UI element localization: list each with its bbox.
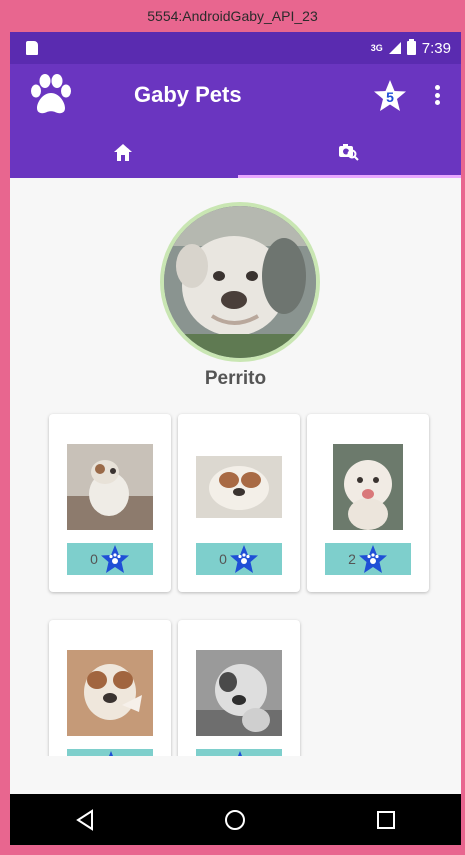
back-icon[interactable] bbox=[74, 808, 96, 831]
sd-card-icon bbox=[26, 41, 38, 55]
pet-photo-card[interactable]: 2 bbox=[307, 414, 429, 592]
like-bar: 0 bbox=[67, 543, 153, 575]
overflow-dot bbox=[434, 92, 440, 98]
like-star-icon[interactable] bbox=[100, 544, 130, 574]
battery-icon bbox=[406, 39, 416, 55]
tab-home[interactable] bbox=[10, 126, 235, 178]
emulator-frame bbox=[461, 32, 465, 855]
recents-icon[interactable] bbox=[375, 809, 397, 831]
device-screen: 3G 7:39 Gaby Pets 5 Perrito 0 0 2 bbox=[10, 32, 461, 845]
home-circle-icon[interactable] bbox=[224, 809, 246, 831]
profile-avatar bbox=[160, 202, 320, 362]
like-star-icon[interactable] bbox=[229, 544, 259, 574]
overflow-dot bbox=[434, 100, 440, 105]
pet-photo bbox=[196, 650, 282, 736]
tab-photo-search[interactable] bbox=[236, 126, 461, 178]
pet-photo bbox=[325, 444, 411, 530]
scroll-clip bbox=[10, 756, 461, 794]
overflow-menu-button[interactable] bbox=[430, 82, 444, 108]
favorites-count: 5 bbox=[386, 89, 394, 105]
navigation-bar bbox=[10, 794, 461, 845]
pet-photo bbox=[67, 650, 153, 736]
app-bar: Gaby Pets 5 bbox=[10, 64, 461, 126]
pet-photo-card[interactable]: 0 bbox=[49, 414, 171, 592]
app-title: Gaby Pets bbox=[134, 82, 242, 107]
like-count: 2 bbox=[348, 551, 356, 567]
signal-icon bbox=[388, 42, 401, 54]
pet-photo-card[interactable]: 0 bbox=[178, 414, 300, 592]
photo-search-icon bbox=[338, 144, 359, 161]
status-bar: 3G 7:39 bbox=[10, 32, 461, 64]
favorites-star-button[interactable]: 5 bbox=[372, 78, 408, 114]
overflow-dot bbox=[434, 85, 440, 90]
status-time: 7:39 bbox=[421, 39, 451, 57]
emulator-frame bbox=[0, 845, 465, 855]
tab-bar bbox=[10, 126, 461, 178]
like-bar: 0 bbox=[196, 543, 282, 575]
emulator-title-bar: 5554:AndroidGaby_API_23 bbox=[0, 0, 465, 32]
pet-photo bbox=[196, 444, 282, 530]
like-count: 0 bbox=[219, 551, 227, 567]
tab-indicator bbox=[238, 175, 461, 178]
paw-logo-icon bbox=[31, 74, 71, 114]
like-star-icon[interactable] bbox=[358, 544, 388, 574]
like-count: 0 bbox=[90, 551, 98, 567]
like-bar: 2 bbox=[325, 543, 411, 575]
profile-name: Perrito bbox=[204, 368, 267, 389]
network-type: 3G bbox=[370, 43, 383, 53]
bulldog-photo bbox=[164, 206, 316, 358]
emulator-frame bbox=[0, 32, 10, 855]
home-icon bbox=[113, 143, 132, 161]
emulator-title: 5554:AndroidGaby_API_23 bbox=[147, 8, 318, 24]
pet-photo bbox=[67, 444, 153, 530]
